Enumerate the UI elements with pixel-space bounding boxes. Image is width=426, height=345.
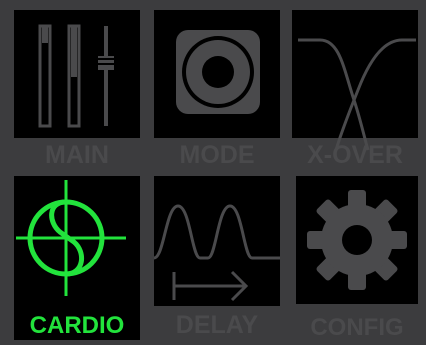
config-button[interactable]: CONFIG: [296, 176, 418, 340]
config-label: CONFIG: [310, 314, 404, 341]
delay-label: DELAY: [175, 311, 259, 339]
main-button[interactable]: MAIN: [14, 10, 140, 170]
mode-label: MODE: [179, 141, 255, 169]
main-label: MAIN: [45, 141, 109, 169]
xover-button[interactable]: X-OVER: [292, 10, 418, 170]
delay-button[interactable]: DELAY: [153, 176, 280, 340]
cardio-label: CARDIO: [29, 312, 125, 339]
cardio-button[interactable]: CARDIO: [14, 176, 140, 340]
xover-label: X-OVER: [307, 141, 403, 169]
mode-button[interactable]: MODE: [154, 10, 280, 170]
